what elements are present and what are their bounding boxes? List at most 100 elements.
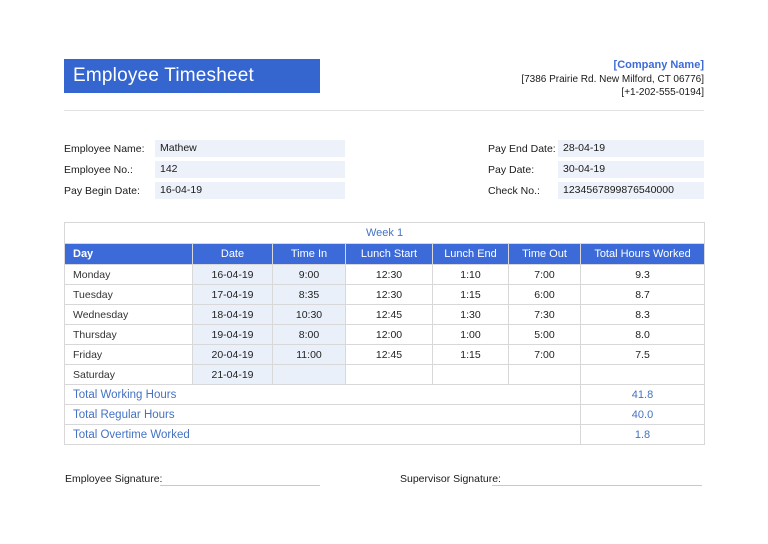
employee-no-row: Employee No.: 142 [64, 159, 345, 180]
total-regular-hours-row: Total Regular Hours 40.0 [64, 404, 706, 425]
cell-day: Monday [64, 264, 193, 285]
timesheet-table-wrap: Week 1 Day Date Time In Lunch Start Lunc… [63, 222, 706, 445]
pay-date-field[interactable]: 30-04-19 [558, 161, 704, 178]
table-row: Tuesday 17-04-19 8:35 12:30 1:15 6:00 8.… [64, 284, 706, 305]
cell-day: Tuesday [64, 284, 193, 305]
company-address: [7386 Prairie Rd. New Milford, CT 06776] [521, 73, 704, 85]
cell-lunch-start[interactable]: 12:30 [345, 264, 433, 285]
column-header-date: Date [192, 243, 273, 265]
table-row: Friday 20-04-19 11:00 12:45 1:15 7:00 7.… [64, 344, 706, 365]
cell-total-hours [579, 364, 706, 385]
cell-lunch-start[interactable]: 12:45 [345, 344, 433, 365]
cell-lunch-start[interactable]: 12:45 [345, 304, 433, 325]
table-row: Monday 16-04-19 9:00 12:30 1:10 7:00 9.3 [64, 264, 706, 285]
employee-info-left: Employee Name: Mathew Employee No.: 142 … [64, 138, 345, 201]
cell-time-out[interactable]: 7:00 [508, 264, 581, 285]
cell-day: Wednesday [64, 304, 193, 325]
check-no-label: Check No.: [488, 184, 540, 197]
employee-name-row: Employee Name: Mathew [64, 138, 345, 159]
company-info-block: [Company Name] [7386 Prairie Rd. New Mil… [404, 58, 704, 100]
cell-time-in[interactable]: 8:35 [272, 284, 346, 305]
pay-date-label: Pay Date: [488, 163, 535, 176]
column-header-time-out: Time Out [508, 243, 581, 265]
check-no-field[interactable]: 1234567899876540000 [558, 182, 704, 199]
cell-time-out[interactable]: 7:30 [508, 304, 581, 325]
total-working-hours-value: 41.8 [579, 384, 706, 405]
cell-total-hours: 8.7 [579, 284, 706, 305]
pay-begin-date-row: Pay Begin Date: 16-04-19 [64, 180, 345, 201]
employee-no-field[interactable]: 142 [155, 161, 345, 178]
table-row: Wednesday 18-04-19 10:30 12:45 1:30 7:30… [64, 304, 706, 325]
cell-lunch-start[interactable] [345, 364, 433, 385]
total-overtime-worked-row: Total Overtime Worked 1.8 [64, 424, 706, 445]
cell-lunch-end[interactable]: 1:00 [432, 324, 509, 345]
total-regular-hours-label: Total Regular Hours [64, 404, 581, 425]
week-title: Week 1 [63, 222, 706, 244]
week-title-row: Week 1 [63, 222, 706, 244]
cell-time-in[interactable] [272, 364, 346, 385]
total-working-hours-row: Total Working Hours 41.8 [64, 384, 706, 405]
pay-end-date-row: Pay End Date: 28-04-19 [488, 138, 704, 159]
cell-total-hours: 7.5 [579, 344, 706, 365]
cell-lunch-start[interactable]: 12:30 [345, 284, 433, 305]
employee-signature-line[interactable] [160, 472, 320, 486]
cell-time-out[interactable] [508, 364, 581, 385]
column-header-time-in: Time In [272, 243, 346, 265]
employee-signature-label: Employee Signature: [65, 473, 163, 485]
check-no-row: Check No.: 1234567899876540000 [488, 180, 704, 201]
cell-date[interactable]: 19-04-19 [192, 324, 273, 345]
cell-time-in[interactable]: 9:00 [272, 264, 346, 285]
cell-time-in[interactable]: 11:00 [272, 344, 346, 365]
column-header-lunch-end: Lunch End [432, 243, 509, 265]
pay-begin-date-field[interactable]: 16-04-19 [155, 182, 345, 199]
cell-day: Saturday [64, 364, 193, 385]
cell-date[interactable]: 17-04-19 [192, 284, 273, 305]
cell-lunch-end[interactable]: 1:15 [432, 284, 509, 305]
employee-name-field[interactable]: Mathew [155, 140, 345, 157]
cell-date[interactable]: 20-04-19 [192, 344, 273, 365]
cell-total-hours: 8.3 [579, 304, 706, 325]
cell-time-out[interactable]: 7:00 [508, 344, 581, 365]
cell-time-in[interactable]: 8:00 [272, 324, 346, 345]
document-title-banner: Employee Timesheet [64, 59, 320, 93]
pay-begin-date-label: Pay Begin Date: [64, 184, 140, 197]
cell-total-hours: 9.3 [579, 264, 706, 285]
cell-lunch-end[interactable]: 1:30 [432, 304, 509, 325]
supervisor-signature-line[interactable] [492, 472, 702, 486]
table-row: Saturday 21-04-19 [64, 364, 706, 385]
timesheet-document: Employee Timesheet [Company Name] [7386 … [0, 0, 768, 544]
column-header-total-hours: Total Hours Worked [579, 243, 706, 265]
pay-end-date-field[interactable]: 28-04-19 [558, 140, 704, 157]
cell-time-out[interactable]: 5:00 [508, 324, 581, 345]
cell-day: Friday [64, 344, 193, 365]
cell-lunch-end[interactable]: 1:15 [432, 344, 509, 365]
total-overtime-worked-label: Total Overtime Worked [64, 424, 581, 445]
signature-area: Employee Signature: Supervisor Signature… [0, 470, 768, 492]
cell-date[interactable]: 16-04-19 [192, 264, 273, 285]
employee-no-label: Employee No.: [64, 163, 133, 176]
total-working-hours-label: Total Working Hours [64, 384, 581, 405]
total-regular-hours-value: 40.0 [579, 404, 706, 425]
employee-info-right: Pay End Date: 28-04-19 Pay Date: 30-04-1… [488, 138, 704, 201]
cell-lunch-start[interactable]: 12:00 [345, 324, 433, 345]
cell-time-in[interactable]: 10:30 [272, 304, 346, 325]
cell-total-hours: 8.0 [579, 324, 706, 345]
cell-lunch-end[interactable] [432, 364, 509, 385]
company-name: [Company Name] [613, 59, 704, 71]
total-overtime-worked-value: 1.8 [579, 424, 706, 445]
cell-lunch-end[interactable]: 1:10 [432, 264, 509, 285]
company-phone: [+1-202-555-0194] [621, 87, 704, 99]
cell-date[interactable]: 21-04-19 [192, 364, 273, 385]
cell-day: Thursday [64, 324, 193, 345]
cell-date[interactable]: 18-04-19 [192, 304, 273, 325]
pay-date-row: Pay Date: 30-04-19 [488, 159, 704, 180]
table-header-row: Day Date Time In Lunch Start Lunch End T… [64, 243, 706, 265]
header-divider [64, 110, 704, 111]
column-header-lunch-start: Lunch Start [345, 243, 433, 265]
timesheet-table: Week 1 Day Date Time In Lunch Start Lunc… [63, 222, 706, 445]
table-row: Thursday 19-04-19 8:00 12:00 1:00 5:00 8… [64, 324, 706, 345]
supervisor-signature-label: Supervisor Signature: [400, 473, 501, 485]
cell-time-out[interactable]: 6:00 [508, 284, 581, 305]
pay-end-date-label: Pay End Date: [488, 142, 556, 155]
employee-name-label: Employee Name: [64, 142, 145, 155]
